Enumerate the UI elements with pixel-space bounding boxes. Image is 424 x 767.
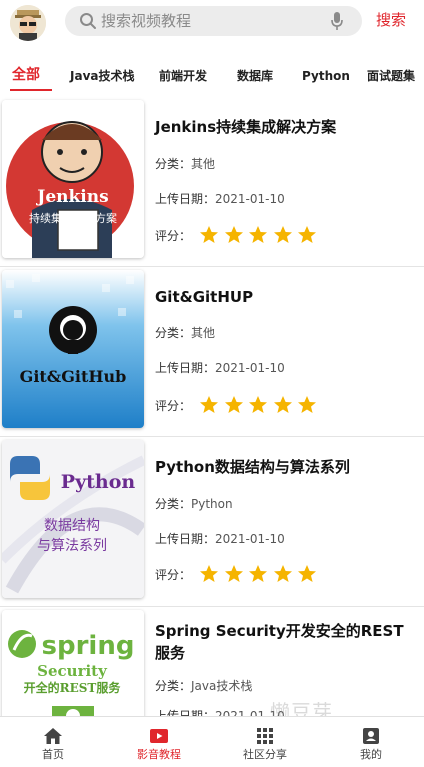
tab-frontend[interactable]: 前端开发 xyxy=(159,68,207,84)
thumbnail-title: Git&GitHub xyxy=(20,367,127,386)
bottom-navigation: 首页 影音教程 社区分享 我的 xyxy=(0,716,424,767)
category-label: 分类： xyxy=(155,326,192,340)
upload-date-row: 上传日期：2021-01-10 xyxy=(155,191,285,207)
rating-label: 评分： xyxy=(155,568,192,582)
nav-video-label: 影音教程 xyxy=(137,748,181,761)
course-title: Python数据结构与算法系列 xyxy=(155,458,350,476)
thumbnail-subtitle: Security xyxy=(37,662,108,680)
list-item[interactable]: Git&GitHub Git&GitHUP 分类：其他 上传日期：2021-01… xyxy=(0,268,424,436)
star-icon xyxy=(224,565,243,582)
category-row: 分类：其他 xyxy=(155,325,215,341)
upload-date-value: 2021-01-10 xyxy=(215,532,285,546)
search-icon xyxy=(80,13,96,29)
search-input[interactable]: 搜索视频教程 xyxy=(65,6,362,36)
rating-stars xyxy=(199,225,322,245)
category-row: 分类：Java技术栈 xyxy=(155,678,252,694)
upload-date-label: 上传日期： xyxy=(155,192,216,206)
star-icon xyxy=(298,226,316,243)
nav-home[interactable]: 首页 xyxy=(0,717,106,767)
star-icon xyxy=(249,565,267,582)
upload-date-label: 上传日期： xyxy=(155,361,216,375)
rating-stars xyxy=(199,395,322,415)
thumbnail-subtitle-2: 开全的REST服务 xyxy=(24,680,122,695)
rating-stars xyxy=(199,564,322,584)
nav-community[interactable]: 社区分享 xyxy=(212,717,318,767)
course-thumbnail: Python 数据结构 与算法系列 xyxy=(2,440,144,598)
search-button[interactable]: 搜索 xyxy=(376,10,406,30)
thumbnail-subtitle-2: 与算法系列 xyxy=(37,538,107,554)
star-icon xyxy=(298,396,316,413)
tab-all[interactable]: 全部 xyxy=(12,67,40,83)
tab-python[interactable]: Python xyxy=(302,68,350,84)
upload-date-row: 上传日期：2021-01-10 xyxy=(155,360,285,376)
thumbnail-subtitle: 持续集成解决方案 xyxy=(29,211,117,225)
upload-date-value: 2021-01-10 xyxy=(215,192,285,206)
category-value: Python xyxy=(191,497,233,511)
star-icon xyxy=(249,396,267,413)
rating-label: 评分： xyxy=(155,229,192,243)
star-icon xyxy=(200,226,218,243)
upload-date-row: 上传日期：2021-01-10 xyxy=(155,531,285,547)
profile-icon xyxy=(363,728,379,744)
nav-community-label: 社区分享 xyxy=(243,748,287,761)
category-value: 其他 xyxy=(191,326,216,340)
star-icon xyxy=(273,396,292,413)
list-item[interactable]: Python 数据结构 与算法系列 Python数据结构与算法系列 分类：Pyt… xyxy=(0,438,424,606)
divider xyxy=(0,436,424,437)
divider xyxy=(0,266,424,267)
thumbnail-title: Jenkins xyxy=(35,187,108,207)
divider xyxy=(0,606,424,607)
upload-date-label: 上传日期： xyxy=(155,532,216,546)
video-icon xyxy=(150,729,168,743)
avatar[interactable] xyxy=(10,5,46,41)
star-icon xyxy=(273,565,292,582)
course-title: Jenkins持续集成解决方案 xyxy=(155,118,337,136)
star-icon xyxy=(298,565,316,582)
thumbnail-title: Python xyxy=(61,471,136,493)
rating-label: 评分： xyxy=(155,399,192,413)
category-row: 分类：Python xyxy=(155,496,233,512)
category-value: Java技术栈 xyxy=(191,679,253,693)
tab-interview[interactable]: 面试题集 xyxy=(367,68,415,84)
upload-date-value: 2021-01-10 xyxy=(215,361,285,375)
category-tabs: 全部 Java技术栈 前端开发 数据库 Python 面试题集 xyxy=(0,62,424,94)
tab-java[interactable]: Java技术栈 xyxy=(70,68,134,84)
course-title: Git&GitHUP xyxy=(155,288,254,306)
star-icon xyxy=(273,226,292,243)
nav-video[interactable]: 影音教程 xyxy=(106,717,212,767)
course-thumbnail: spring Security 开全的REST服务 xyxy=(2,610,144,718)
course-thumbnail: Git&GitHub xyxy=(2,270,144,428)
star-icon xyxy=(224,226,243,243)
search-placeholder: 搜索视频教程 xyxy=(101,12,192,30)
header: 搜索视频教程 搜索 xyxy=(0,0,424,46)
thumbnail-subtitle: 数据结构 xyxy=(44,518,100,534)
course-title: Spring Security开发安全的REST服务 xyxy=(155,622,404,662)
star-icon xyxy=(200,565,218,582)
nav-profile[interactable]: 我的 xyxy=(318,717,424,767)
star-icon xyxy=(200,396,218,413)
list-item[interactable]: spring Security 开全的REST服务 Spring Securit… xyxy=(0,608,424,718)
category-row: 分类：其他 xyxy=(155,156,215,172)
microphone-icon[interactable] xyxy=(330,11,344,31)
home-icon xyxy=(44,728,62,744)
thumbnail-title: spring xyxy=(42,631,135,661)
category-label: 分类： xyxy=(155,497,192,511)
grid-icon xyxy=(257,728,273,744)
nav-profile-label: 我的 xyxy=(360,748,382,761)
nav-home-label: 首页 xyxy=(42,748,64,761)
star-icon xyxy=(224,396,243,413)
tab-database[interactable]: 数据库 xyxy=(237,68,273,84)
course-thumbnail: Jenkins 持续集成解决方案 xyxy=(2,100,144,258)
category-value: 其他 xyxy=(191,157,216,171)
active-tab-indicator xyxy=(10,89,52,91)
category-label: 分类： xyxy=(155,679,192,693)
star-icon xyxy=(249,226,267,243)
category-label: 分类： xyxy=(155,157,192,171)
list-item[interactable]: Jenkins 持续集成解决方案 Jenkins持续集成解决方案 分类：其他 上… xyxy=(0,98,424,266)
